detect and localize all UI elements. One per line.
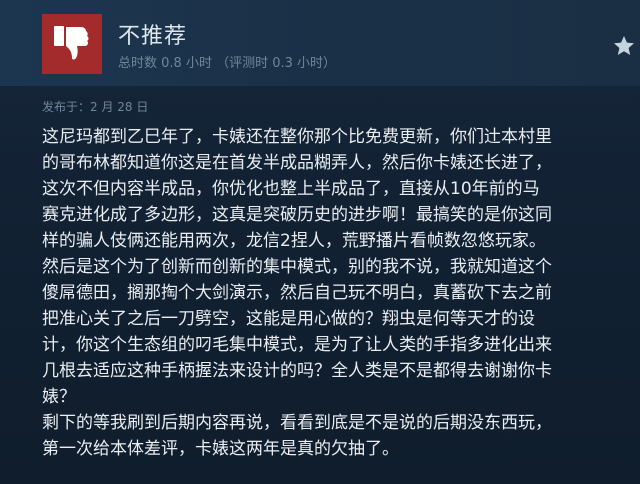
verdict-title: 不推荐 [118, 24, 188, 49]
review-line: 然后是这个为了创新而创新的集中模式，别的我不说，我就知道这个 [42, 257, 552, 277]
playtime-text: 总时数 0.8 小时 （评测时 0.3 小时） [118, 56, 337, 71]
thumbs-down-graphic [54, 26, 89, 60]
review-line: 婊？ [42, 387, 76, 407]
review-line: 第一次给本体差评，卡婊这两年是真的欠抽了。 [42, 439, 399, 459]
review-line: 样的骗人伎俩还能用两次，龙信2捏人，荒野播片看帧数忽悠玩家。 [42, 231, 546, 251]
review-line: 几根去适应这种手柄握法来设计的吗？全人类是不是都得去谢谢你卡 [42, 361, 552, 381]
star-icon[interactable] [612, 34, 636, 58]
review-card: 不推荐 总时数 0.8 小时 （评测时 0.3 小时） 发布于：2 月 28 日… [0, 0, 640, 484]
review-text: 这尼玛都到乙巳年了，卡婊还在整你那个比免费更新，你们辻本村里 的哥布林都知道你这… [42, 124, 636, 462]
review-header: 不推荐 总时数 0.8 小时 （评测时 0.3 小时） [0, 0, 640, 86]
review-line: 赛克进化成了多边形，这真是突破历史的进步啊！最搞笑的是你这同 [42, 205, 552, 225]
posted-date: 发布于：2 月 28 日 [42, 100, 149, 114]
review-line: 剩下的等我刷到后期内容再说，看看到底是不是说的后期没东西玩， [42, 413, 552, 433]
review-line: 这次不但内容半成品，你优化也整上半成品了，直接从10年前的马 [42, 179, 540, 199]
review-line: 傻屌德田，搁那掏个大剑演示，然后自己玩不明白，真蓄砍下去之前 [42, 283, 552, 303]
review-line: 把准心关了之后一刀劈空，这能是用心做的？翔虫是何等天才的设 [42, 309, 535, 329]
review-line: 的哥布林都知道你这是在首发半成品糊弄人，然后你卡婊还长进了， [42, 153, 552, 173]
review-line: 计，你这个生态组的叼毛集中模式，是为了让人类的手指多进化出来 [42, 335, 552, 355]
thumbs-down-icon [42, 14, 102, 74]
review-line: 这尼玛都到乙巳年了，卡婊还在整你那个比免费更新，你们辻本村里 [42, 127, 552, 147]
